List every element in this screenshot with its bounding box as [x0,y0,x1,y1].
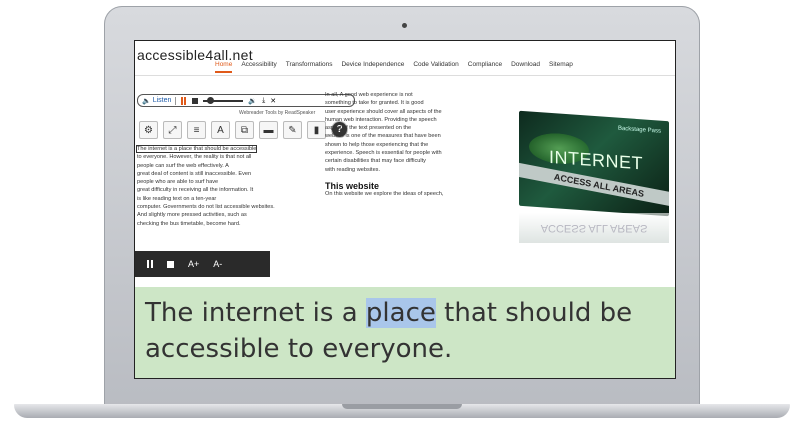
readspeaker-player: 🔈 Listen 🔉 ⤓ ✕ [137,94,355,107]
slider-handle[interactable] [207,96,215,104]
text-line: something to take for granted. It is goo… [325,100,424,107]
book-icon[interactable]: ▮ [307,121,326,139]
nav-accessibility[interactable]: Accessibility [241,61,276,73]
pause-icon[interactable] [147,260,153,268]
play-icon[interactable]: ▬ [259,121,278,139]
text-line: On this website we explore the ideas of … [325,191,444,198]
text-size-controls: A+ A- [135,251,270,277]
header-divider [135,75,675,76]
text-line: certain disabilities that may face diffi… [325,158,426,165]
increase-text-button[interactable]: A+ [188,259,199,269]
nav-compliance[interactable]: Compliance [468,61,502,73]
nav-download[interactable]: Download [511,61,540,73]
text-line: great deal of content is still inaccessi… [137,170,252,177]
nav-device-independence[interactable]: Device Independence [341,61,404,73]
laptop-notch [342,404,462,409]
nav-code-validation[interactable]: Code Validation [413,61,458,73]
speaker-icon: 🔈 [142,97,151,105]
progress-slider[interactable] [203,96,244,104]
page-mask-icon[interactable]: A [211,121,230,139]
text-line: The internet is a place that should be a… [135,145,258,153]
close-icon[interactable]: ✕ [270,97,276,105]
text-line: computer. Governments do not list access… [137,204,275,211]
webcam [402,23,407,28]
popup-icon[interactable]: ⧉ [235,121,254,139]
download-icon[interactable]: ⤓ [262,97,265,105]
player-credit[interactable]: Webreader Tools by ReadSpeaker [239,110,315,116]
stop-icon[interactable] [167,260,174,268]
nav-transformations[interactable]: Transformations [286,61,333,73]
text-line: aspect of the text presented on the [325,125,412,132]
nav-home[interactable]: Home [215,61,233,73]
decrease-text-button[interactable]: A- [213,259,222,269]
text-line: website is one of the measures that have… [325,133,441,140]
reading-text-before: The internet is a [145,298,366,328]
text-line: In all, A good web experience is not [325,92,413,98]
text-line: with reading websites. [325,166,381,173]
pause-icon[interactable] [181,96,187,105]
listen-button[interactable]: 🔈 Listen [142,96,177,105]
laptop-screen: accessible4all.net Home Accessibility Tr… [134,40,676,379]
promo-reflection: ACCESS ALL AREAS [519,213,669,243]
text-line: is like reading text on a ten-year [137,195,217,202]
promo-image: Backstage Pass INTERNET ACCESS ALL AREAS [519,110,669,217]
nav-sitemap[interactable]: Sitemap [549,61,573,73]
text-line: great difficulty in receiving all the in… [137,187,254,194]
reading-enlarged-text: The internet is a place that should be a… [135,287,675,378]
promo-badge: Backstage Pass [617,125,661,135]
current-word-highlight: place [365,298,436,328]
text-line: people can surf the web effectively. A [137,162,229,169]
section-heading: This website [325,180,380,191]
top-navigation: Home Accessibility Transformations Devic… [215,61,675,73]
text-line: human web interaction. Providing the spe… [325,116,437,123]
text-mode-icon[interactable]: ≡ [187,121,206,139]
settings-icon[interactable]: ⚙ [139,121,158,139]
text-line: shown to help those experiencing that th… [325,141,429,148]
stop-icon[interactable] [192,97,199,104]
enlarge-icon[interactable]: ⤢ [163,121,182,139]
text-line: And slightly more pressed activities, su… [137,212,247,219]
text-line: people who are able to surf have [137,179,219,186]
text-line: user experience should cover all aspects… [325,108,442,115]
volume-icon[interactable]: 🔉 [248,97,257,105]
dictionary-icon[interactable]: ✎ [283,121,302,139]
content-column-middle: In all, A good web experience is not som… [325,91,501,199]
listen-label: Listen [152,97,172,104]
content-column-left: The internet is a place that should be a… [135,145,315,228]
readspeaker-toolbar: ⚙ ⤢ ≡ A ⧉ ▬ ✎ ▮ ? [139,121,348,139]
text-line: experience. Speech is essential for peop… [325,150,442,157]
text-line: to everyone. However, the reality is tha… [137,154,252,161]
promo-title: INTERNET [549,146,643,174]
text-line: checking the bus timetable, become hard. [137,220,241,227]
